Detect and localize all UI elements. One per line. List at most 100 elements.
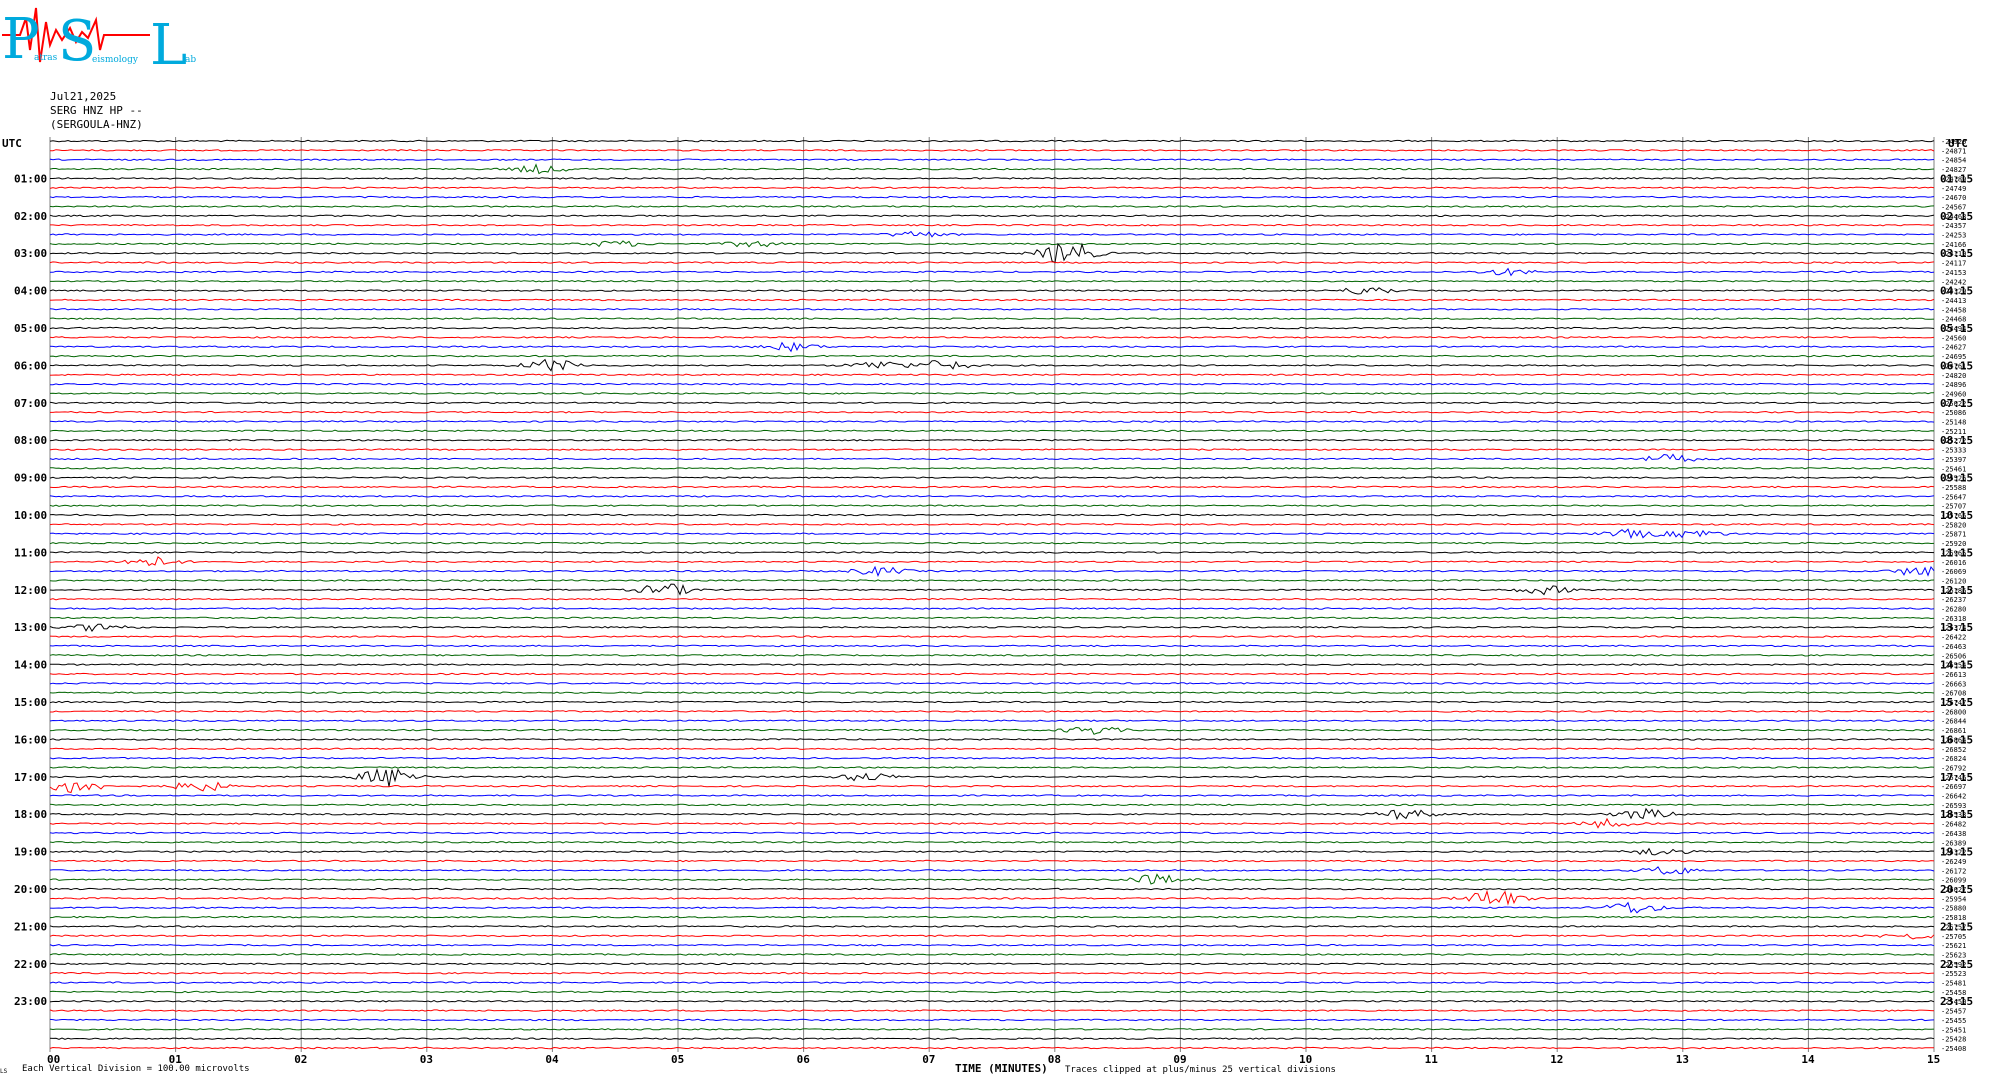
seismic-trace [49,163,1935,175]
hour-label-left: 09:00 [14,472,47,485]
seismic-trace [49,953,1935,956]
x-tick-label: 05 [671,1053,684,1066]
trace-offset-label: -24896 [1941,381,1966,389]
x-tick-label: 03 [420,1053,433,1066]
hour-label-left: 05:00 [14,322,47,335]
trace-offset-label: -26852 [1941,746,1966,754]
hour-label-right: 02:15 [1940,210,1973,223]
trace-offset-label: -25705 [1941,933,1966,941]
seismic-trace [49,726,1935,735]
seismic-trace [49,158,1935,161]
seismic-trace [49,556,1935,567]
seismic-trace [49,616,1935,620]
seismic-trace [49,1009,1935,1012]
seismic-trace [49,242,1935,264]
hour-label-right: 23:15 [1940,995,1973,1008]
seismic-trace [49,504,1935,507]
seismic-trace [49,336,1935,339]
trace-offset-label: -25333 [1941,447,1966,455]
seismic-trace [49,654,1935,657]
seismic-trace [49,738,1934,741]
seismic-trace [49,682,1935,685]
trace-offset-label: -25408 [1941,1045,1966,1053]
seismic-trace [49,803,1935,807]
hour-label-right: 22:15 [1940,958,1973,971]
seismic-trace [49,382,1935,386]
hour-label-left: 08:00 [14,434,47,447]
x-tick-label: 08 [1048,1053,1061,1066]
seismic-trace [49,807,1935,821]
trace-offset-label: -25523 [1941,970,1966,978]
trace-offset-label: -26422 [1941,634,1966,642]
clip-note: Traces clipped at plus/minus 25 vertical… [1065,1065,1336,1075]
seismic-trace [49,373,1935,377]
trace-offset-label: -26800 [1941,708,1966,716]
seismic-trace [49,999,1935,1003]
trace-offset-label: -25451 [1941,1026,1966,1034]
seismic-trace [50,663,1935,666]
hour-label-left: 03:00 [14,247,47,260]
seismic-trace [49,326,1935,330]
trace-offset-label: -25820 [1941,521,1966,529]
trace-offset-label: -24117 [1941,260,1966,268]
seismic-trace [50,177,1935,180]
seismic-trace [49,139,1935,143]
hour-label-left: 15:00 [14,696,47,709]
seismic-trace [49,766,1935,769]
seismic-trace [49,672,1935,676]
seismic-trace [49,317,1935,320]
hour-label-right: 06:15 [1940,359,1973,372]
x-tick-label: 06 [797,1053,811,1066]
seismic-trace [49,1037,1935,1040]
seismic-trace [49,1028,1935,1031]
x-tick-label: 11 [1425,1053,1439,1066]
x-tick-label: 13 [1676,1053,1689,1066]
hour-label-right: 20:15 [1940,883,1973,896]
hour-label-right: 13:15 [1940,621,1973,634]
trace-offset-label: -25428 [1941,1036,1966,1044]
seismic-trace [49,1018,1935,1022]
seismic-trace [49,889,1934,906]
seismic-trace [49,644,1934,648]
hour-label-left: 10:00 [14,509,47,522]
seismic-trace [49,887,1935,891]
hour-label-right: 07:15 [1940,397,1973,410]
seismic-trace [49,448,1935,451]
seismic-trace [50,280,1935,283]
corner-mark: LS [0,1068,8,1075]
trace-offset-label: -24627 [1941,344,1966,352]
trace-offset-label: -25871 [1941,531,1966,539]
seismic-trace [49,1046,1934,1050]
hour-label-right: 03:15 [1940,247,1973,260]
seismic-trace [49,495,1935,498]
seismic-trace [49,214,1935,218]
trace-offset-label: -25397 [1941,456,1966,464]
utc-label-left: UTC [2,137,22,150]
seismic-trace [49,429,1935,433]
trace-offset-label: -25621 [1941,942,1966,950]
trace-offset-label: -24854 [1941,157,1966,165]
trace-offset-label: -25455 [1941,1017,1966,1025]
seismic-trace [49,230,1935,238]
seismic-trace [49,579,1935,582]
trace-offset-label: -24413 [1941,297,1966,305]
x-tick-label: 15 [1927,1053,1940,1066]
hour-label-right: 19:15 [1940,846,1973,859]
helicorder-plot: 00 01 02 03 04 05 06 07 08 09 10 11 12 13 14 15-24920-2… [14,137,1973,1066]
seismic-trace [49,528,1935,540]
hour-label-left: 14:00 [14,659,47,672]
seismic-trace [50,149,1935,152]
hour-label-right: 15:15 [1940,696,1973,709]
seismic-trace [49,831,1935,835]
hour-label-left: 23:00 [14,995,47,1008]
trace-offset-label: -25148 [1941,419,1966,427]
trace-offset-label: -25588 [1941,484,1966,492]
seismic-trace [49,756,1935,760]
hour-label-right: 16:15 [1940,733,1973,746]
seismic-trace [49,565,1935,577]
seismic-trace [49,943,1935,947]
seismic-trace [49,261,1935,264]
seismic-trace [49,420,1935,423]
seismic-trace [49,847,1935,856]
hour-label-right: 01:15 [1940,172,1973,185]
